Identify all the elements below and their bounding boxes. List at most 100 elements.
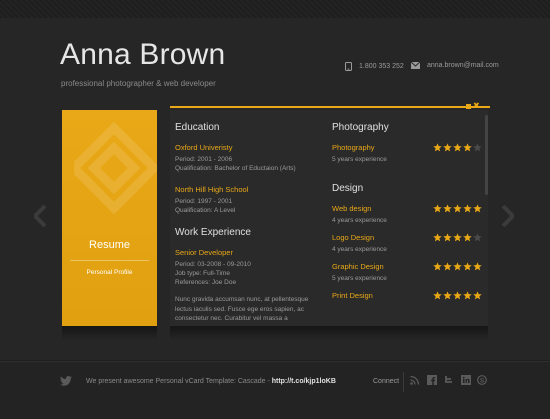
education-detail: Qualification: Bachelor of Eductaion (Ar… xyxy=(175,165,296,172)
star-filled-icon xyxy=(433,233,442,242)
right-column: Photography Photography 5 years experien… xyxy=(332,122,482,309)
design-title: Design xyxy=(332,183,364,194)
skill-item: Photography 5 years experience xyxy=(332,143,482,163)
star-filled-icon xyxy=(473,262,482,271)
skill-name: Print Design xyxy=(332,291,373,300)
rating-stars xyxy=(433,262,482,271)
star-filled-icon xyxy=(463,204,472,213)
footer-vertical-divider xyxy=(403,372,404,392)
star-filled-icon xyxy=(463,143,472,152)
footer-link[interactable]: http://t.co/kjp1loKB xyxy=(272,378,336,385)
accent-line xyxy=(170,106,490,108)
skill-experience: 5 years experience xyxy=(332,156,387,163)
work-item: Senior Developer Period: 03-2008 - 09-20… xyxy=(175,248,325,287)
rating-stars xyxy=(433,204,482,213)
education-period: Period: 1997 - 2001 xyxy=(175,198,233,205)
star-filled-icon xyxy=(443,233,452,242)
work-title: Work Experience xyxy=(175,227,251,238)
connect-label: Connect xyxy=(373,378,400,385)
star-filled-icon xyxy=(463,233,472,242)
star-filled-icon xyxy=(453,204,462,213)
footer xyxy=(0,362,550,419)
left-column: Education Oxford Univeristy Period: 2001… xyxy=(175,122,325,324)
rating-stars xyxy=(433,143,482,152)
star-filled-icon xyxy=(453,291,462,300)
skill-item: Graphic Design 5 years experience xyxy=(332,262,482,282)
card-divider xyxy=(70,260,149,261)
linkedin-icon[interactable] xyxy=(461,375,471,385)
star-filled-icon xyxy=(433,143,442,152)
close-icon[interactable]: ✖ xyxy=(473,102,480,110)
skill-name: Graphic Design xyxy=(332,262,384,271)
star-filled-icon xyxy=(433,291,442,300)
svg-text:S: S xyxy=(480,377,485,384)
star-filled-icon xyxy=(443,291,452,300)
work-period: Period: 03-2008 - 09-2010 xyxy=(175,261,251,268)
rating-stars xyxy=(433,291,482,300)
work-name: Senior Developer xyxy=(175,248,233,257)
card-shadow xyxy=(62,326,157,340)
star-filled-icon xyxy=(443,143,452,152)
skill-item: Print Design xyxy=(332,291,482,300)
star-empty-icon xyxy=(473,143,482,152)
twitter-icon[interactable] xyxy=(60,376,72,386)
skill-name: Photography xyxy=(332,143,375,152)
photography-title: Photography xyxy=(332,122,389,133)
resume-card[interactable]: Resume Personal Profile xyxy=(62,110,157,326)
education-title: Education xyxy=(175,122,220,133)
skill-experience: 5 years experience xyxy=(332,275,387,282)
mail-icon xyxy=(411,62,420,69)
arrow-right-icon[interactable] xyxy=(502,205,514,227)
education-name: North Hill High School xyxy=(175,185,249,194)
skill-item: Web design 4 years experience xyxy=(332,204,482,224)
skill-name: Logo Design xyxy=(332,233,375,242)
star-filled-icon xyxy=(453,262,462,271)
education-item: North Hill High School Period: 1997 - 20… xyxy=(175,185,325,215)
star-filled-icon xyxy=(433,204,442,213)
star-filled-icon xyxy=(463,262,472,271)
skill-experience: 4 years experience xyxy=(332,217,387,224)
star-empty-icon xyxy=(473,233,482,242)
accent-dot xyxy=(466,104,471,109)
education-name: Oxford Univeristy xyxy=(175,143,233,152)
phone-icon xyxy=(345,62,352,71)
twitter-icon[interactable] xyxy=(444,375,454,385)
scrollbar[interactable] xyxy=(485,115,488,195)
email-contact[interactable]: anna.brown@mail.com xyxy=(411,62,499,69)
work-description: Nunc gravida accumsan nunc, at pellentes… xyxy=(175,296,309,322)
person-subtitle: professional photographer & web develope… xyxy=(61,79,216,88)
star-filled-icon xyxy=(443,204,452,213)
star-filled-icon xyxy=(453,143,462,152)
rss-icon[interactable] xyxy=(410,375,420,385)
content-shadow xyxy=(170,326,488,340)
education-item: Oxford Univeristy Period: 2001 - 2006 Qu… xyxy=(175,143,325,173)
work-type: Job type: Full-Time xyxy=(175,270,231,277)
content-panel: Education Oxford Univeristy Period: 2001… xyxy=(170,110,488,326)
rating-stars xyxy=(433,233,482,242)
work-references: References: Joe Doe xyxy=(175,279,237,286)
skill-item: Logo Design 4 years experience xyxy=(332,233,482,253)
star-filled-icon xyxy=(453,233,462,242)
phone-contact: 1.800 353 252 xyxy=(345,62,404,71)
person-name: Anna Brown xyxy=(60,38,226,71)
star-filled-icon xyxy=(443,262,452,271)
email-address[interactable]: anna.brown@mail.com xyxy=(427,62,499,69)
footer-text: We present awesome Personal vCard Templa… xyxy=(86,378,336,385)
skill-experience: 4 years experience xyxy=(332,246,387,253)
skype-icon[interactable]: S xyxy=(477,375,487,385)
phone-number: 1.800 353 252 xyxy=(359,63,404,70)
card-subtitle[interactable]: Personal Profile xyxy=(62,269,157,276)
star-filled-icon xyxy=(473,204,482,213)
arrow-left-icon[interactable] xyxy=(34,205,46,227)
star-filled-icon xyxy=(463,291,472,300)
resume-logo-icon xyxy=(74,121,157,215)
skill-name: Web design xyxy=(332,204,372,213)
star-filled-icon xyxy=(433,262,442,271)
education-detail: Qualification: A Level xyxy=(175,207,236,214)
footer-message: We present awesome Personal vCard Templa… xyxy=(86,378,272,385)
card-title: Resume xyxy=(89,239,130,251)
facebook-icon[interactable] xyxy=(427,375,437,385)
education-period: Period: 2001 - 2006 xyxy=(175,156,233,163)
star-filled-icon xyxy=(473,291,482,300)
top-band xyxy=(0,0,550,18)
